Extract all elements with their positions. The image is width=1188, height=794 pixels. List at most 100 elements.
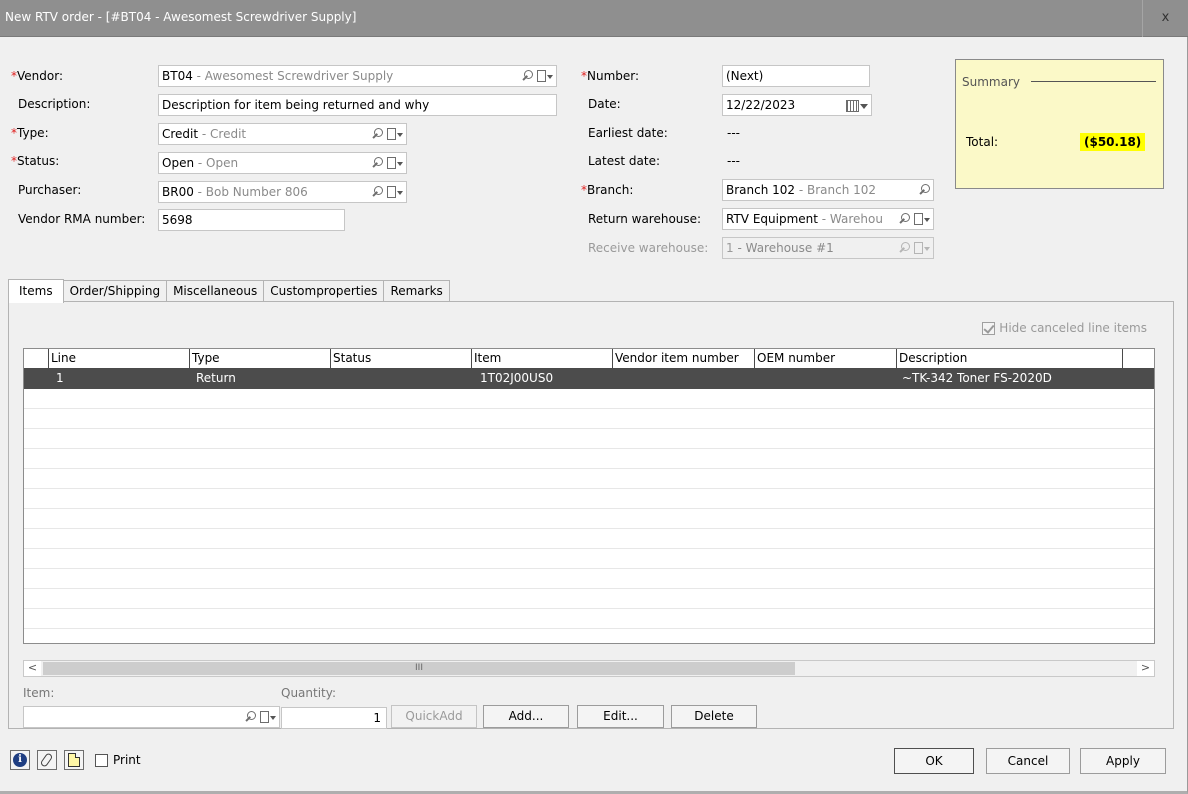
type-label: *Type: [11,126,49,140]
empty-row [24,429,1154,449]
grid-header: Line Type Status Item Vendor item number… [24,349,1154,369]
receive-warehouse-label: Receive warehouse: [588,241,709,255]
vendor-rma-field[interactable]: 5698 [158,209,345,231]
column-header-type[interactable]: Type [189,349,330,368]
type-field[interactable]: Credit - Credit [158,123,407,145]
checkbox-icon[interactable] [982,321,996,335]
status-field[interactable]: Open - Open [158,152,407,174]
lookup-icon[interactable] [918,183,930,197]
lookup-icon[interactable] [371,185,383,199]
column-header-line[interactable]: Line [48,349,189,368]
vendor-rma-label: Vendor RMA number: [18,212,146,226]
vendor-label: *Vendor: [11,69,63,83]
table-row[interactable]: 1 Return 1T02J00US0 ~TK-342 Toner FS-202… [24,369,1154,389]
summary-title: Summary [962,75,1020,89]
tab-custom-properties[interactable]: Customproperties [263,280,385,302]
lookup-icon[interactable] [521,69,533,83]
lookup-icon[interactable] [244,710,256,724]
document-menu-icon [914,241,930,255]
column-header-status[interactable]: Status [330,349,471,368]
window-title: New RTV order - [#BT04 - Awesomest Screw… [5,10,357,24]
tab-miscellaneous[interactable]: Miscellaneous [166,280,265,302]
quantity-input[interactable]: 1 [281,707,387,729]
document-menu-icon[interactable] [387,156,403,170]
empty-row [24,569,1154,589]
item-input-label: Item: [23,686,55,700]
tab-remarks[interactable]: Remarks [383,280,450,302]
empty-row [24,409,1154,429]
number-field[interactable]: (Next) [722,65,870,87]
hide-canceled-checkbox[interactable]: Hide canceled line items [982,321,1147,335]
notes-button[interactable] [64,750,84,770]
vendor-field[interactable]: BT04 - Awesomest Screwdriver Supply [158,65,557,87]
empty-row [24,529,1154,549]
notes-icon [68,753,80,767]
empty-row [24,609,1154,629]
item-input[interactable] [23,706,280,728]
empty-row [24,509,1154,529]
rtv-order-window: *Vendor: BT04 - Awesomest Screwdriver Su… [0,37,1188,794]
purchaser-field[interactable]: BR00 - Bob Number 806 [158,181,407,203]
horizontal-scrollbar[interactable]: < III > [23,660,1155,677]
empty-row [24,449,1154,469]
latest-date-label: Latest date: [588,154,660,168]
column-header-item[interactable]: Item [471,349,612,368]
lookup-icon[interactable] [898,212,910,226]
cell-item: 1T02J00US0 [480,371,554,385]
date-label: Date: [588,97,621,111]
purchaser-label: Purchaser: [18,183,82,197]
date-field[interactable]: 12/22/2023 [722,94,872,116]
calendar-icon[interactable] [846,98,868,112]
ok-button[interactable]: OK [894,748,974,774]
add-button[interactable]: Add... [483,705,569,728]
column-header-description[interactable]: Description [896,349,1122,368]
document-menu-icon[interactable] [387,185,403,199]
column-header-oem-number[interactable]: OEM number [754,349,896,368]
lookup-icon[interactable] [371,127,383,141]
document-menu-icon[interactable] [537,69,553,83]
branch-field[interactable]: Branch 102 - Branch 102 [722,179,934,201]
attachments-button[interactable] [37,750,57,770]
cancel-button[interactable]: Cancel [986,748,1070,774]
document-menu-icon[interactable] [387,127,403,141]
print-checkbox[interactable]: Print [95,750,141,770]
hide-canceled-label: Hide canceled line items [999,321,1147,335]
description-label: Description: [18,97,91,111]
quantity-label: Quantity: [281,686,337,700]
description-field[interactable]: Description for item being returned and … [158,94,557,116]
tab-items[interactable]: Items [8,279,64,303]
latest-date-value: --- [727,154,740,168]
paperclip-icon [39,752,54,768]
receive-warehouse-field: 1 - Warehouse #1 [722,237,934,259]
empty-row [24,389,1154,409]
tab-bar: Items Order/Shipping Miscellaneous Custo… [8,279,450,303]
items-tab-panel: Hide canceled line items Line Type Statu… [8,301,1174,729]
document-menu-icon[interactable] [260,710,276,724]
scroll-thumb[interactable]: III [43,662,795,675]
status-label: *Status: [11,154,60,168]
summary-divider [1031,81,1156,82]
scroll-left-button[interactable]: < [24,661,41,676]
cell-description: ~TK-342 Toner FS-2020D [902,371,1052,385]
scroll-right-button[interactable]: > [1137,661,1154,676]
apply-button[interactable]: Apply [1080,748,1166,774]
earliest-date-label: Earliest date: [588,126,668,140]
lookup-icon[interactable] [371,156,383,170]
print-checkbox-box[interactable] [95,753,108,767]
info-button[interactable]: i [10,750,30,770]
return-warehouse-field[interactable]: RTV Equipment - Warehou [722,208,934,230]
close-button[interactable]: x [1142,0,1188,37]
column-header-vendor-item-number[interactable]: Vendor item number [612,349,754,368]
items-grid[interactable]: Line Type Status Item Vendor item number… [23,348,1155,644]
print-label: Print [113,753,141,767]
edit-button[interactable]: Edit... [577,705,664,728]
earliest-date-value: --- [727,126,740,140]
quickadd-button[interactable]: QuickAdd [391,705,477,728]
number-label: *Number: [581,69,640,83]
tab-order-shipping[interactable]: Order/Shipping [62,280,168,302]
delete-button[interactable]: Delete [671,705,757,728]
document-menu-icon[interactable] [914,212,930,226]
footer-icon-bar: i Print [10,750,141,770]
total-value: ($50.18) [1080,133,1146,151]
title-bar: New RTV order - [#BT04 - Awesomest Screw… [0,0,1188,37]
